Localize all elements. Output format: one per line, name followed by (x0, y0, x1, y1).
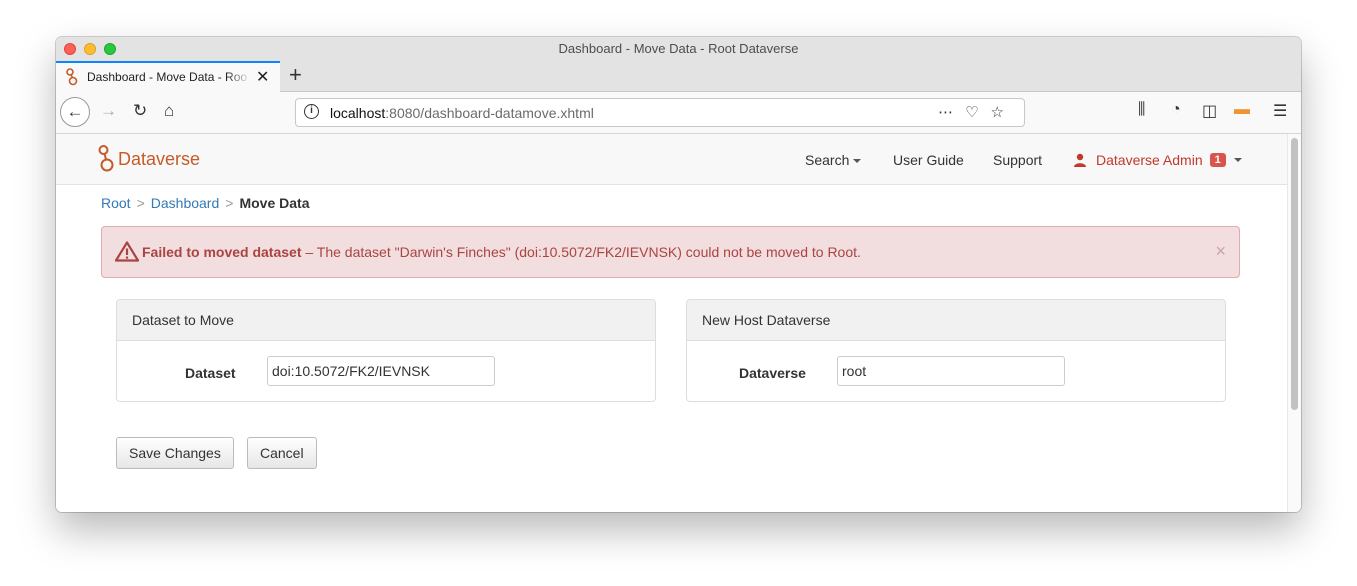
alert-title: Failed to moved dataset (142, 244, 302, 260)
tab-dashboard[interactable]: Dashboard - Move Data - Root Dataverse ✕ (56, 61, 280, 92)
new-tab-icon[interactable]: + (289, 62, 302, 88)
alert-body: – The dataset "Darwin's Finches" (doi:10… (301, 244, 861, 260)
user-icon (1074, 153, 1086, 167)
error-alert: Failed to moved dataset – The dataset "D… (101, 226, 1240, 278)
title-bar: Dashboard - Move Data - Root Dataverse (56, 37, 1301, 61)
url-bar[interactable]: i localhost:8080/dashboard-datamove.xhtm… (295, 98, 1025, 127)
caret-down-icon (853, 159, 862, 164)
dataset-label: Dataset (185, 365, 236, 381)
reload-icon[interactable]: ↻ (133, 101, 147, 121)
back-icon[interactable]: ← (60, 97, 90, 127)
breadcrumb: Root > Dashboard > Move Data (101, 195, 309, 211)
library-icon[interactable]: ⫼ (1138, 101, 1145, 119)
nav-support[interactable]: Support (993, 152, 1042, 168)
nav-search[interactable]: Search (805, 152, 862, 168)
breadcrumb-separator: > (225, 195, 234, 211)
new-host-dataverse-panel: New Host Dataverse Dataverse (686, 299, 1226, 402)
brand-name: Dataverse (118, 148, 201, 169)
browser-toolbar: ← → ↻ ⌂ i localhost:8080/dashboard-datam… (56, 92, 1301, 134)
alert-message: Failed to moved dataset – The dataset "D… (142, 244, 861, 260)
breadcrumb-current: Move Data (239, 195, 310, 211)
tab-title-fade (226, 63, 251, 91)
dataverse-logo-icon (98, 145, 114, 172)
home-icon[interactable]: ⌂ (164, 101, 174, 121)
site-info-icon[interactable]: i (304, 104, 319, 119)
page-scrollbar[interactable] (1287, 134, 1301, 512)
breadcrumb-separator: > (136, 195, 145, 211)
dataverse-favicon-icon (66, 68, 78, 91)
warning-icon (114, 241, 140, 267)
nav-user-guide[interactable]: User Guide (893, 152, 964, 168)
site-navbar: Dataverse Search User Guide Support Data… (56, 134, 1287, 185)
panel-heading: Dataset to Move (117, 300, 655, 341)
forward-icon[interactable]: → (100, 101, 117, 121)
user-name: Dataverse Admin (1096, 152, 1203, 168)
tab-close-icon[interactable]: ✕ (256, 67, 269, 87)
url-text[interactable]: localhost:8080/dashboard-datamove.xhtml (330, 105, 594, 121)
save-changes-button[interactable]: Save Changes (116, 437, 234, 469)
notification-badge: 1 (1209, 153, 1226, 167)
tab-title: Dashboard - Move Data - Root Dataverse (87, 70, 247, 84)
browser-window: Dashboard - Move Data - Root Dataverse D… (56, 37, 1301, 512)
page-content: Dataverse Search User Guide Support Data… (56, 134, 1287, 512)
brand-logo[interactable]: Dataverse (98, 144, 200, 174)
scrollbar-thumb[interactable] (1291, 138, 1298, 410)
dataverse-input[interactable] (837, 356, 1065, 386)
tab-strip: Dashboard - Move Data - Root Dataverse ✕… (56, 61, 1301, 92)
panel-heading: New Host Dataverse (687, 300, 1225, 341)
dataset-input[interactable] (267, 356, 495, 386)
alert-close-icon[interactable]: × (1215, 241, 1226, 262)
nav-user-menu[interactable]: Dataverse Admin 1 (1073, 152, 1242, 168)
page-actions: ⋯♡☆ (938, 103, 1016, 121)
cancel-button[interactable]: Cancel (247, 437, 317, 469)
extension-icon[interactable]: ◔ (1171, 101, 1181, 119)
pocket-icon[interactable]: ♡ (965, 104, 990, 121)
more-actions-icon[interactable]: ⋯ (938, 104, 965, 121)
bookmark-star-icon[interactable]: ☆ (991, 104, 1016, 121)
sidebar-icon[interactable]: ◫ (1202, 101, 1217, 121)
dataverse-label: Dataverse (739, 365, 806, 381)
breadcrumb-dashboard[interactable]: Dashboard (151, 195, 220, 211)
breadcrumb-root[interactable]: Root (101, 195, 131, 211)
menu-hamburger-icon[interactable]: ☰ (1273, 101, 1287, 121)
addon-icon[interactable]: ▬ (1234, 101, 1250, 119)
dataset-to-move-panel: Dataset to Move Dataset (116, 299, 656, 402)
caret-down-icon (1233, 158, 1242, 162)
window-title: Dashboard - Move Data - Root Dataverse (558, 41, 799, 56)
